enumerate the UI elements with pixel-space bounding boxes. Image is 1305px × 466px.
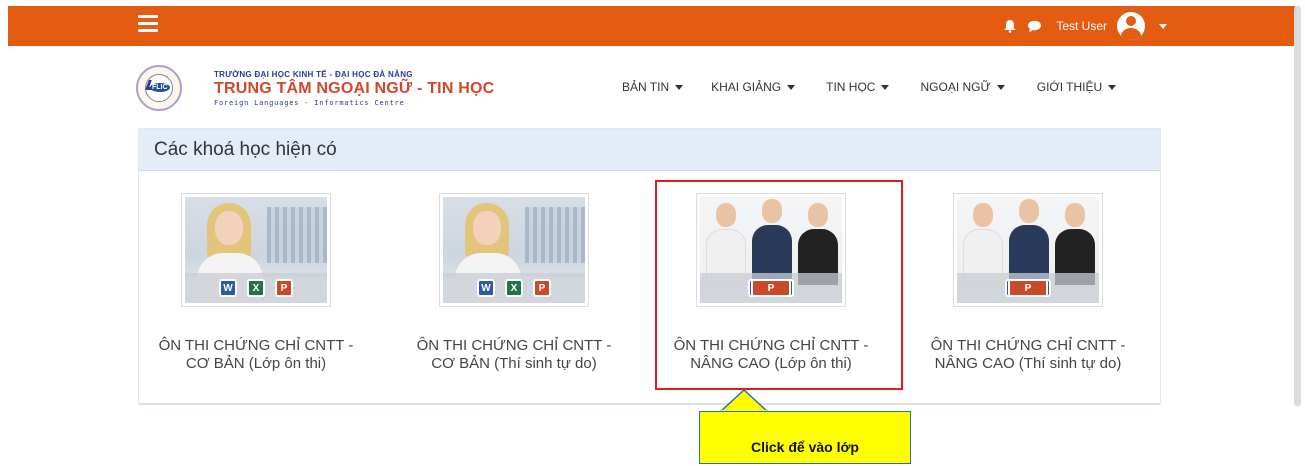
nav-item-tin-hoc[interactable]: TIN HỌC: [826, 80, 890, 94]
nav-item-label: GIỚI THIỆU: [1036, 80, 1103, 94]
nav-item-ngoai-ngu[interactable]: NGOẠI NGỮ: [920, 80, 1005, 94]
chevron-down-icon: [996, 84, 1005, 90]
panel-divider: [139, 403, 1160, 405]
course-name-link[interactable]: ÔN THI CHỨNG CHỈ CNTT - CƠ BẢN (Thí sinh…: [409, 337, 619, 373]
powerpoint-icon: P: [533, 279, 551, 297]
logo-badge: FLIC: [150, 83, 170, 92]
office-icons: W X P: [957, 273, 1099, 303]
bell-icon[interactable]: [1003, 19, 1017, 33]
callout-pointer: [720, 389, 770, 413]
course-name-link[interactable]: ÔN THI CHỨNG CHỈ CNTT - NÂNG CAO (Thí si…: [923, 337, 1133, 373]
main-nav: BẢN TIN KHAI GIẢNG TIN HỌC NGOẠI NGỮ GIỚ…: [622, 80, 1117, 94]
course-image: W X P: [443, 197, 585, 303]
course-name-line1: ÔN THI CHỨNG CHỈ CNTT -: [416, 337, 612, 354]
nav-item-gioi-thieu[interactable]: GIỚI THIỆU: [1036, 80, 1117, 94]
available-courses-panel: Các khoá học hiện có W X P ÔN THI CHỨNG …: [138, 128, 1161, 405]
word-icon: W: [477, 279, 495, 297]
course-card[interactable]: W X P ÔN THI CHỨNG CHỈ CNTT - CƠ BẢN (Lớ…: [151, 193, 361, 373]
nav-item-label: KHAI GIẢNG: [711, 80, 782, 94]
highlight-box: [655, 180, 903, 390]
chevron-down-icon[interactable]: [1159, 23, 1167, 29]
office-icons: W X P: [443, 273, 585, 303]
course-name-line2: CƠ BẢN (Thí sinh tự do): [431, 355, 597, 372]
avatar[interactable]: [1117, 12, 1145, 40]
course-card[interactable]: W X P ÔN THI CHỨNG CHỈ CNTT - NÂNG CAO (…: [923, 193, 1133, 373]
logo-english-name: Foreign Languages - Informatics Centre: [214, 98, 405, 107]
site-logo[interactable]: FLIC TRƯỜNG ĐẠI HỌC KINH TẾ - ĐẠI HỌC ĐÀ…: [136, 60, 494, 116]
nav-item-khai-giang[interactable]: KHAI GIẢNG: [711, 80, 796, 94]
excel-icon: X: [247, 279, 265, 297]
page: Test User FLIC TRƯỜNG ĐẠI HỌC KINH TẾ - …: [0, 0, 1305, 466]
office-icons: W X P: [185, 273, 327, 303]
chevron-down-icon: [881, 84, 890, 90]
course-name-link[interactable]: ÔN THI CHỨNG CHỈ CNTT - CƠ BẢN (Lớp ôn t…: [151, 337, 361, 373]
username[interactable]: Test User: [1056, 19, 1107, 33]
nav-item-ban-tin[interactable]: BẢN TIN: [622, 80, 684, 94]
top-navbar: Test User: [8, 6, 1295, 46]
nav-item-label: TIN HỌC: [826, 80, 876, 94]
course-thumbnail[interactable]: W X P: [439, 193, 589, 307]
chevron-down-icon: [675, 84, 684, 90]
course-thumbnail[interactable]: W X P: [953, 193, 1103, 307]
course-image: W X P: [185, 197, 327, 303]
powerpoint-icon: P: [275, 279, 293, 297]
course-name-line2: CƠ BẢN (Lớp ôn thi): [185, 355, 327, 372]
logo-university-name: TRƯỜNG ĐẠI HỌC KINH TẾ - ĐẠI HỌC ĐÀ NẴNG: [214, 69, 413, 79]
course-thumbnail[interactable]: W X P: [181, 193, 331, 307]
logo-center-name: TRUNG TÂM NGOẠI NGỮ - TIN HỌC: [214, 79, 495, 97]
nav-item-label: NGOẠI NGỮ: [920, 80, 991, 94]
courses-panel-header: Các khoá học hiện có: [139, 129, 1160, 171]
chevron-down-icon: [787, 84, 796, 90]
powerpoint-icon: P: [1008, 279, 1048, 297]
courses-panel-title: Các khoá học hiện có: [154, 138, 337, 160]
course-card[interactable]: W X P ÔN THI CHỨNG CHỈ CNTT - CƠ BẢN (Th…: [409, 193, 619, 373]
course-name-line1: ÔN THI CHỨNG CHỈ CNTT -: [930, 337, 1126, 354]
logo-text: TRƯỜNG ĐẠI HỌC KINH TẾ - ĐẠI HỌC ĐÀ NẴNG…: [214, 70, 494, 107]
user-area: Test User: [1003, 6, 1167, 46]
instruction-callout: Click để vào lớp: [699, 411, 911, 464]
chevron-down-icon: [1108, 84, 1117, 90]
hamburger-menu-icon[interactable]: [138, 15, 158, 33]
word-icon: W: [219, 279, 237, 297]
course-name-line1: ÔN THI CHỨNG CHỈ CNTT -: [158, 337, 354, 354]
course-image: W X P: [957, 197, 1099, 303]
chat-icon[interactable]: [1027, 20, 1042, 33]
course-name-line2: NÂNG CAO (Thí sinh tự do): [934, 355, 1122, 372]
nav-item-label: BẢN TIN: [622, 80, 670, 94]
page-scrollbar[interactable]: [1294, 6, 1301, 406]
excel-icon: X: [505, 279, 523, 297]
university-seal-icon: FLIC: [136, 65, 182, 111]
callout-text: Click để vào lớp: [751, 438, 859, 455]
